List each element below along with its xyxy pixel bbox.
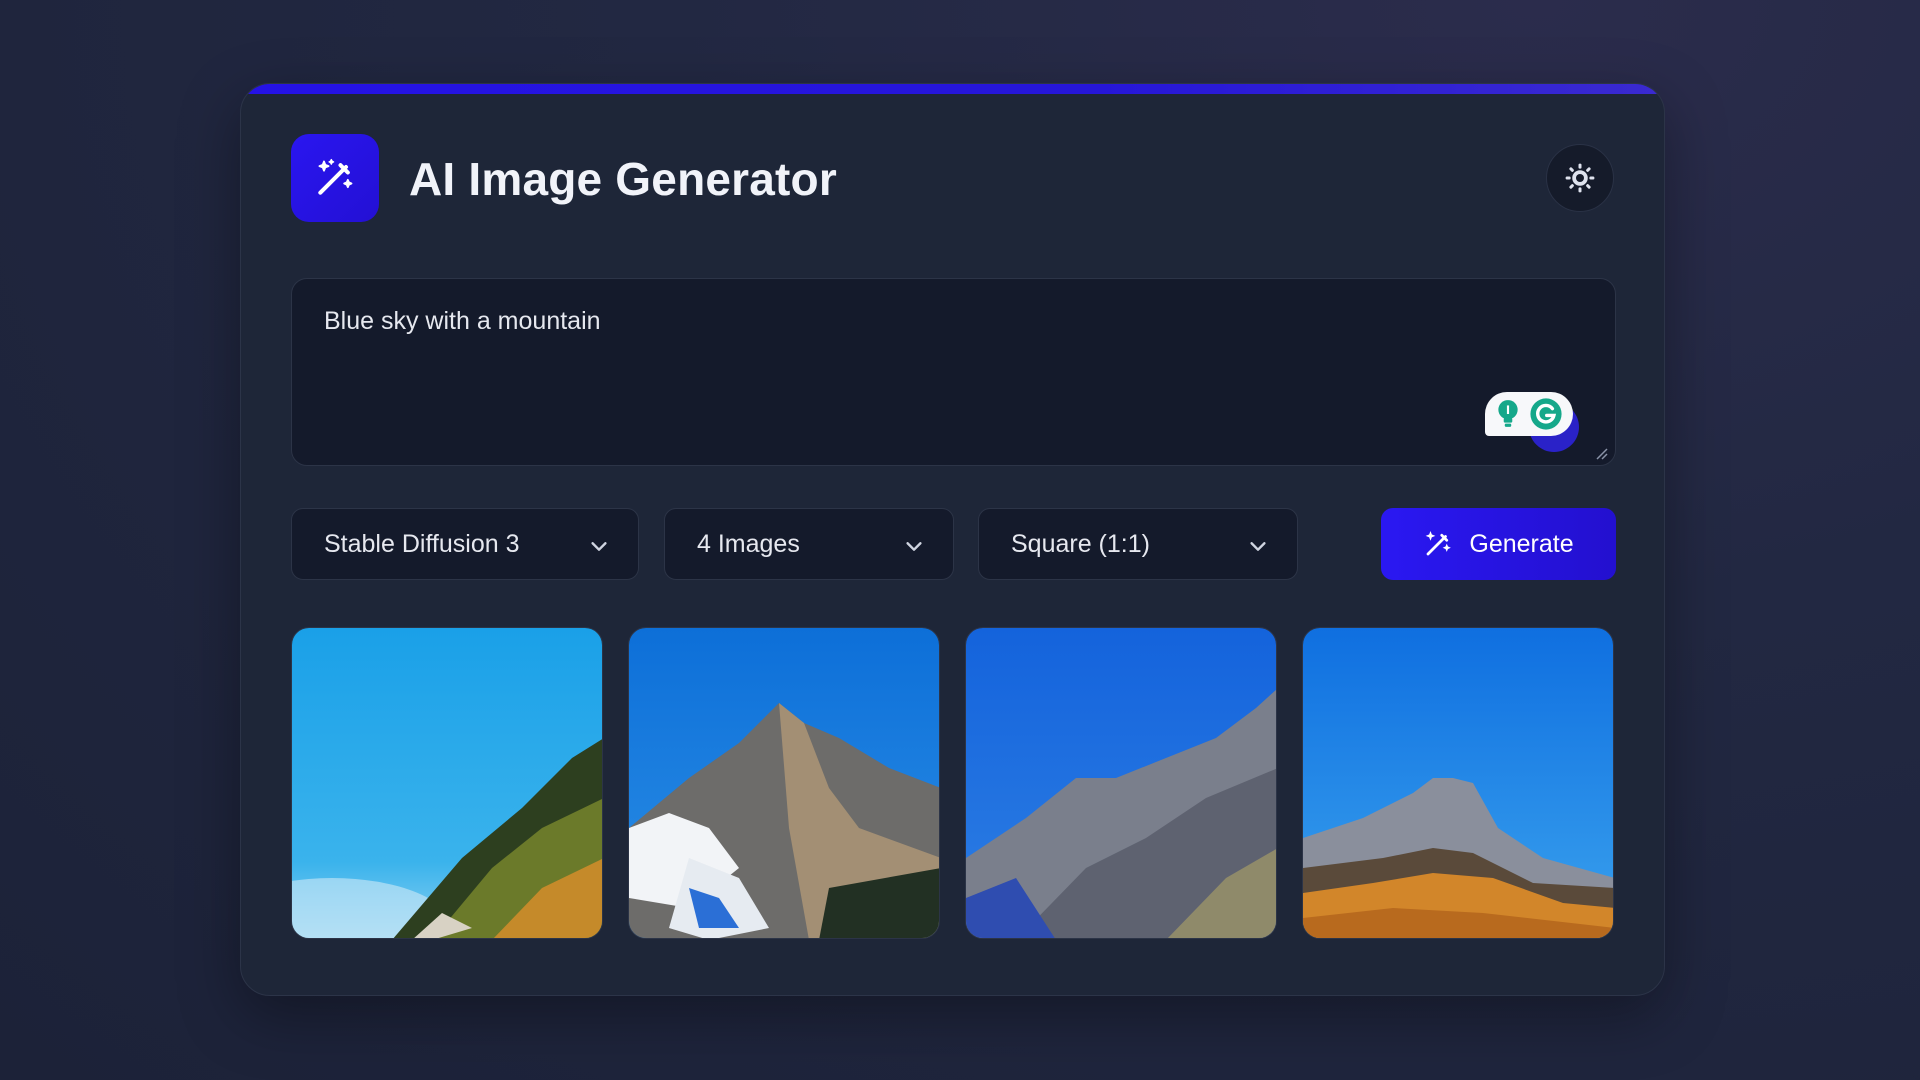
chevron-down-icon xyxy=(1250,542,1266,551)
page-title: AI Image Generator xyxy=(409,153,837,205)
prompt-textarea[interactable]: Blue sky with a mountain xyxy=(291,278,1616,466)
aspect-ratio-select[interactable]: Square (1:1) xyxy=(978,508,1298,580)
mountain-image xyxy=(1303,628,1613,938)
lightbulb-icon xyxy=(1498,400,1518,427)
controls-row: Stable Diffusion 3 4 Images Square (1:1)… xyxy=(291,508,1616,580)
card-accent-bar xyxy=(241,84,1664,94)
theme-toggle-button[interactable] xyxy=(1546,144,1614,212)
prompt-text[interactable]: Blue sky with a mountain xyxy=(324,307,1524,336)
model-select[interactable]: Stable Diffusion 3 xyxy=(291,508,639,580)
mountain-image xyxy=(292,628,602,938)
generated-image-1[interactable] xyxy=(291,627,603,939)
resize-handle-icon[interactable] xyxy=(1595,447,1609,461)
model-select-value: Stable Diffusion 3 xyxy=(324,529,520,558)
image-count-select-value: 4 Images xyxy=(697,529,800,558)
generator-card: AI Image Generator Blue sky with a mount… xyxy=(240,83,1665,996)
aspect-ratio-select-value: Square (1:1) xyxy=(1011,529,1150,558)
grammarly-icon xyxy=(1530,398,1562,430)
generated-image-3[interactable] xyxy=(965,627,1277,939)
generated-image-2[interactable] xyxy=(628,627,940,939)
magic-wand-icon xyxy=(318,158,353,195)
mountain-image xyxy=(966,628,1276,938)
chevron-down-icon xyxy=(906,542,922,551)
generate-button[interactable]: Generate xyxy=(1381,508,1616,580)
header: AI Image Generator xyxy=(291,134,1614,224)
generate-button-label: Generate xyxy=(1469,529,1574,558)
sun-icon xyxy=(1565,163,1595,193)
image-gallery xyxy=(291,627,1616,939)
grammarly-pill[interactable] xyxy=(1485,392,1573,436)
chevron-down-icon xyxy=(591,542,607,551)
magic-wand-icon xyxy=(1426,531,1452,556)
mountain-image xyxy=(629,628,939,938)
generated-image-4[interactable] xyxy=(1302,627,1614,939)
grammarly-widget[interactable] xyxy=(1485,392,1595,452)
app-logo xyxy=(291,134,379,222)
image-count-select[interactable]: 4 Images xyxy=(664,508,954,580)
